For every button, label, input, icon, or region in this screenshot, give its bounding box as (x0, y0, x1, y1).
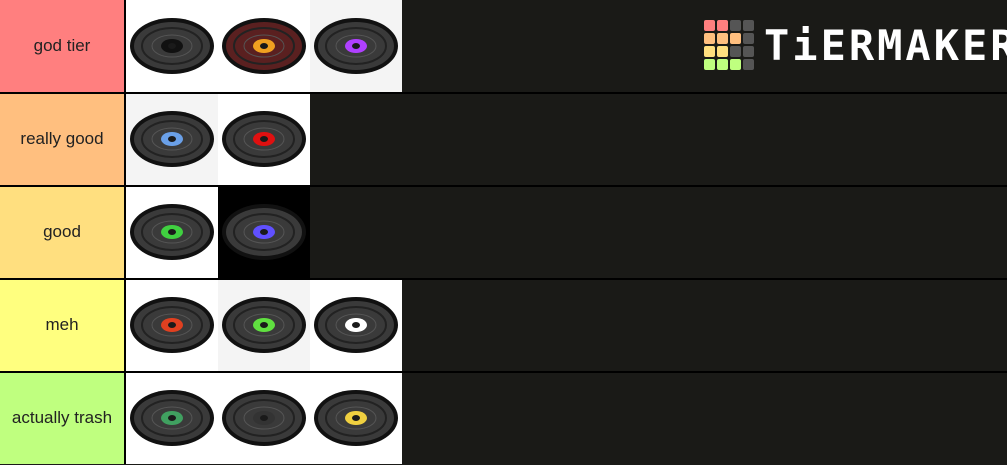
tier-divider (0, 185, 1007, 187)
tier-items (126, 372, 402, 464)
tiermaker-logo: TiERMAKER (704, 20, 1007, 70)
tier-label[interactable]: actually trash (0, 372, 126, 464)
music-disc-white-icon[interactable] (310, 279, 402, 371)
logo-grid-icon (704, 20, 754, 70)
music-disc-blue-violet-icon[interactable] (218, 186, 310, 278)
tier-row: actually trash (0, 372, 1007, 464)
tier-items (126, 0, 402, 92)
logo-text: TiERMAKER (764, 20, 1007, 70)
music-disc-lime-icon[interactable] (218, 279, 310, 371)
tier-label[interactable]: really good (0, 93, 126, 185)
tier-divider (0, 278, 1007, 280)
tier-divider (0, 92, 1007, 94)
music-disc-red-icon[interactable] (218, 93, 310, 185)
music-disc-green-icon[interactable] (126, 186, 218, 278)
tier-row: really good (0, 93, 1007, 185)
music-disc-red-orange-icon[interactable] (126, 279, 218, 371)
music-disc-orange-icon[interactable] (218, 0, 310, 92)
tier-row: good (0, 186, 1007, 278)
tier-items (126, 186, 310, 278)
tier-label[interactable]: god tier (0, 0, 126, 92)
tier-label[interactable]: good (0, 186, 126, 278)
music-disc-black-icon[interactable] (126, 0, 218, 92)
tier-items (126, 93, 310, 185)
music-disc-yellow-white-icon[interactable] (310, 372, 402, 464)
music-disc-light-blue-icon[interactable] (126, 93, 218, 185)
tier-divider (0, 371, 1007, 373)
tier-label[interactable]: meh (0, 279, 126, 371)
tier-row: meh (0, 279, 1007, 371)
music-disc-teal-icon[interactable] (126, 372, 218, 464)
music-disc-fragments-icon[interactable] (218, 372, 310, 464)
tier-items (126, 279, 402, 371)
tier-list-board: god tier really good good meh actually t… (0, 0, 1007, 465)
music-disc-purple-icon[interactable] (310, 0, 402, 92)
